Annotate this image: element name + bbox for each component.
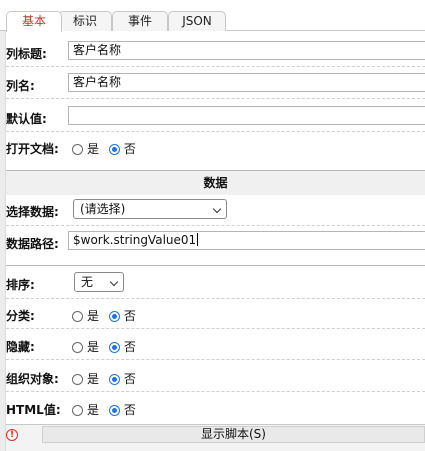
select-data-label: 选择数据:	[6, 205, 59, 219]
divider	[6, 131, 425, 132]
sort-dropdown[interactable]: 无	[74, 272, 124, 292]
tab-basic[interactable]: 基本	[6, 11, 62, 32]
select-data-dropdown[interactable]: (请选择)	[73, 199, 227, 219]
divider	[6, 298, 425, 299]
data-section-header: 数据	[6, 171, 425, 195]
radio-label-no: 否	[123, 340, 136, 354]
category-label: 分类:	[6, 309, 35, 323]
sort-label: 排序:	[6, 278, 35, 292]
select-data-value: (请选择)	[80, 202, 126, 216]
group-object-yes-radio[interactable]	[72, 374, 83, 385]
radio-label-yes: 是	[87, 340, 100, 354]
open-document-no-radio[interactable]	[108, 144, 120, 155]
radio-label-no: 否	[123, 142, 136, 156]
hidden-label: 隐藏:	[6, 340, 35, 354]
radio-label-yes: 是	[87, 372, 100, 386]
chevron-down-icon	[212, 204, 222, 214]
tab-json[interactable]: JSON	[168, 11, 226, 31]
radio-label-no: 否	[123, 403, 136, 417]
radio-label-yes: 是	[87, 142, 100, 156]
sort-value: 无	[81, 275, 94, 289]
tab-bar: 基本 标识 事件 JSON	[0, 0, 425, 32]
hidden-radio-group: 是 否	[72, 338, 142, 355]
radio-label-no: 否	[123, 309, 136, 323]
group-object-label: 组织对象:	[6, 372, 59, 386]
open-document-label: 打开文档:	[6, 142, 59, 156]
show-script-button[interactable]: 显示脚本(S)	[42, 426, 425, 443]
divider	[6, 98, 425, 99]
radio-label-yes: 是	[87, 309, 100, 323]
column-name-label: 列名:	[6, 79, 35, 93]
html-value-radio-group: 是 否	[72, 401, 142, 418]
tab-identifier[interactable]: 标识	[58, 11, 112, 31]
hidden-yes-radio[interactable]	[72, 342, 83, 353]
open-document-yes-radio[interactable]	[72, 144, 83, 155]
radio-label-yes: 是	[87, 403, 100, 417]
category-yes-radio[interactable]	[72, 311, 83, 322]
data-path-label: 数据路径:	[6, 237, 59, 251]
html-value-label: HTML值:	[6, 403, 61, 417]
column-title-label: 列标题:	[6, 47, 47, 61]
group-object-radio-group: 是 否	[72, 370, 142, 387]
data-path-input[interactable]: $work.stringValue01	[68, 231, 425, 250]
divider	[6, 328, 425, 329]
default-value-input[interactable]	[68, 106, 425, 125]
category-radio-group: 是 否	[72, 307, 142, 324]
info-icon[interactable]: !	[6, 429, 18, 441]
html-value-no-radio[interactable]	[108, 405, 120, 416]
column-title-input[interactable]: 客户名称	[68, 41, 425, 60]
radio-label-no: 否	[123, 372, 136, 386]
hidden-no-radio[interactable]	[108, 342, 120, 353]
html-value-yes-radio[interactable]	[72, 405, 83, 416]
text-cursor	[197, 233, 199, 246]
open-document-radio-group: 是 否	[72, 140, 142, 157]
data-path-value: $work.stringValue01	[73, 233, 197, 247]
divider	[6, 66, 425, 67]
tab-events[interactable]: 事件	[112, 11, 168, 31]
section-divider	[6, 265, 425, 266]
default-value-label: 默认值:	[6, 112, 47, 126]
divider	[6, 225, 425, 226]
divider	[6, 391, 425, 392]
group-object-no-radio[interactable]	[108, 374, 120, 385]
column-name-input[interactable]: 客户名称	[68, 73, 425, 92]
chevron-down-icon	[109, 277, 119, 287]
category-no-radio[interactable]	[108, 311, 120, 322]
divider	[6, 359, 425, 360]
